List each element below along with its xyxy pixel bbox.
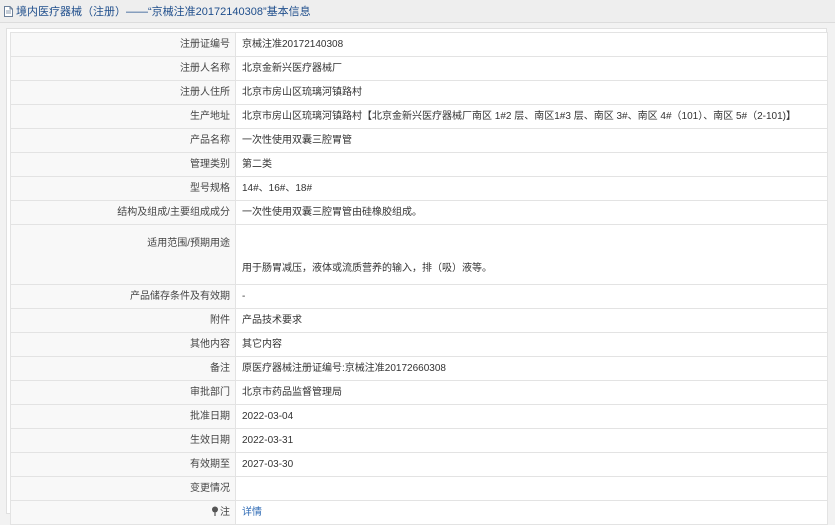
document-icon <box>4 5 13 17</box>
table-row: 型号规格 14#、16#、18# <box>10 176 828 201</box>
row-value-production-address: 北京市房山区琉璃河镇路村【北京金新兴医疗器械厂南区 1#2 层、南区1#3 层、… <box>235 104 828 129</box>
row-value-model-spec: 14#、16#、18# <box>235 176 828 201</box>
row-value-approval-date: 2022-03-04 <box>235 404 828 429</box>
row-label-note: 注 <box>10 500 236 525</box>
note-label-text: 注 <box>220 507 230 518</box>
table-row: 审批部门 北京市药品监督管理局 <box>10 380 828 405</box>
detail-table: 注册证编号 京械注准20172140308 注册人名称 北京金新兴医疗器械厂 注… <box>10 32 828 525</box>
row-value-other-content: 其它内容 <box>235 332 828 357</box>
row-value-registration-number: 京械注准20172140308 <box>235 32 828 57</box>
row-value-registrant-name: 北京金新兴医疗器械厂 <box>235 56 828 81</box>
row-label-approval-department: 审批部门 <box>10 380 236 405</box>
page-header: 境内医疗器械（注册）——“京械注准20172140308”基本信息 <box>0 0 835 23</box>
table-row: 其他内容 其它内容 <box>10 332 828 357</box>
table-row: 注册人住所 北京市房山区琉璃河镇路村 <box>10 80 828 105</box>
row-label-structure-composition: 结构及组成/主要组成成分 <box>10 200 236 225</box>
table-row: 变更情况 <box>10 476 828 501</box>
table-row: 注册人名称 北京金新兴医疗器械厂 <box>10 56 828 81</box>
row-value-approval-department: 北京市药品监督管理局 <box>235 380 828 405</box>
row-value-expiry-date: 2027-03-30 <box>235 452 828 477</box>
row-value-intended-use: 用于肠胃减压，液体或流质营养的输入，排（吸）液等。 <box>235 224 828 285</box>
table-row: 有效期至 2027-03-30 <box>10 452 828 477</box>
table-row: 注 详情 <box>10 500 828 525</box>
row-label-effective-date: 生效日期 <box>10 428 236 453</box>
row-label-product-name: 产品名称 <box>10 128 236 153</box>
row-value-effective-date: 2022-03-31 <box>235 428 828 453</box>
table-row: 产品名称 一次性使用双囊三腔胃管 <box>10 128 828 153</box>
row-label-other-content: 其他内容 <box>10 332 236 357</box>
row-value-note: 详情 <box>235 500 828 525</box>
table-row: 产品储存条件及有效期 - <box>10 284 828 309</box>
table-row: 结构及组成/主要组成成分 一次性使用双囊三腔胃管由硅橡胶组成。 <box>10 200 828 225</box>
row-label-remarks: 备注 <box>10 356 236 381</box>
table-row: 附件 产品技术要求 <box>10 308 828 333</box>
row-label-storage-validity: 产品储存条件及有效期 <box>10 284 236 309</box>
table-row: 备注 原医疗器械注册证编号:京械注准20172660308 <box>10 356 828 381</box>
pin-icon <box>212 506 218 516</box>
row-label-attachment: 附件 <box>10 308 236 333</box>
row-label-model-spec: 型号规格 <box>10 176 236 201</box>
row-value-registrant-address: 北京市房山区琉璃河镇路村 <box>235 80 828 105</box>
detail-panel: 注册证编号 京械注准20172140308 注册人名称 北京金新兴医疗器械厂 注… <box>6 28 828 525</box>
page-title: 境内医疗器械（注册）——“京械注准20172140308”基本信息 <box>16 6 311 18</box>
table-row: 批准日期 2022-03-04 <box>10 404 828 429</box>
row-label-approval-date: 批准日期 <box>10 404 236 429</box>
row-label-registrant-address: 注册人住所 <box>10 80 236 105</box>
row-label-change-history: 变更情况 <box>10 476 236 501</box>
row-label-production-address: 生产地址 <box>10 104 236 129</box>
row-label-expiry-date: 有效期至 <box>10 452 236 477</box>
row-value-product-name: 一次性使用双囊三腔胃管 <box>235 128 828 153</box>
row-label-intended-use: 适用范围/预期用途 <box>10 224 236 285</box>
row-label-registrant-name: 注册人名称 <box>10 56 236 81</box>
row-label-management-category: 管理类别 <box>10 152 236 177</box>
row-value-management-category: 第二类 <box>235 152 828 177</box>
row-value-change-history <box>235 476 828 501</box>
row-value-attachment: 产品技术要求 <box>235 308 828 333</box>
details-link[interactable]: 详情 <box>242 507 262 518</box>
table-row: 生效日期 2022-03-31 <box>10 428 828 453</box>
row-label-registration-number: 注册证编号 <box>10 32 236 57</box>
row-value-storage-validity: - <box>235 284 828 309</box>
table-row: 生产地址 北京市房山区琉璃河镇路村【北京金新兴医疗器械厂南区 1#2 层、南区1… <box>10 104 828 129</box>
table-row: 适用范围/预期用途 用于肠胃减压，液体或流质营养的输入，排（吸）液等。 <box>10 224 828 285</box>
row-value-structure-composition: 一次性使用双囊三腔胃管由硅橡胶组成。 <box>235 200 828 225</box>
table-row: 管理类别 第二类 <box>10 152 828 177</box>
row-value-remarks: 原医疗器械注册证编号:京械注准20172660308 <box>235 356 828 381</box>
table-row: 注册证编号 京械注准20172140308 <box>10 32 828 57</box>
